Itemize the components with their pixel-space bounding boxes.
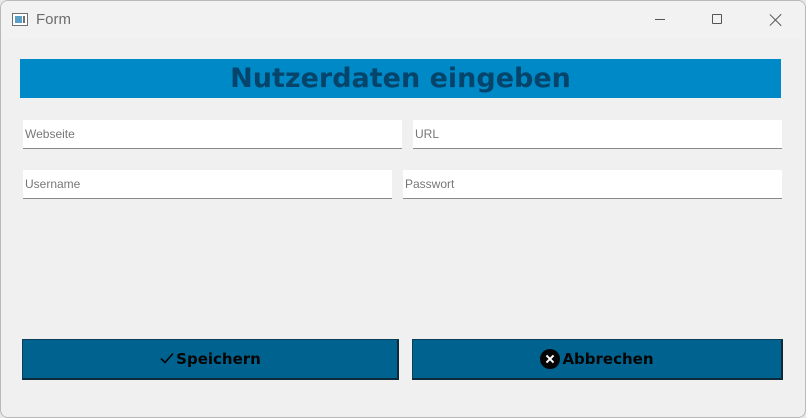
- url-field[interactable]: [413, 120, 782, 149]
- save-button-label: Speichern: [176, 350, 261, 368]
- header-banner: Nutzerdaten eingeben: [20, 59, 781, 98]
- passwort-input[interactable]: [403, 170, 782, 198]
- title-bar[interactable]: Form: [1, 1, 805, 39]
- webseite-input[interactable]: [23, 120, 402, 148]
- save-button[interactable]: Speichern: [22, 339, 399, 380]
- maximize-button[interactable]: [689, 1, 747, 39]
- close-icon: [769, 13, 783, 27]
- url-input[interactable]: [413, 120, 782, 148]
- close-circle-icon: [540, 349, 561, 369]
- cancel-button[interactable]: Abbrechen: [412, 339, 783, 380]
- maximize-icon: [712, 14, 722, 24]
- passwort-field[interactable]: [403, 170, 782, 199]
- check-icon: [160, 352, 174, 364]
- username-field[interactable]: [23, 170, 392, 199]
- close-button[interactable]: [747, 1, 805, 39]
- minimize-button[interactable]: [631, 1, 689, 39]
- cancel-button-label: Abbrechen: [562, 350, 654, 368]
- app-window-icon: [12, 13, 28, 26]
- minimize-icon: [655, 19, 665, 20]
- username-input[interactable]: [23, 170, 392, 198]
- page-title: Nutzerdaten eingeben: [230, 63, 571, 94]
- form-window: Form Nutzerdaten eingeben Speichern Abbr…: [0, 0, 806, 418]
- webseite-field[interactable]: [23, 120, 402, 149]
- window-title: Form: [36, 11, 71, 28]
